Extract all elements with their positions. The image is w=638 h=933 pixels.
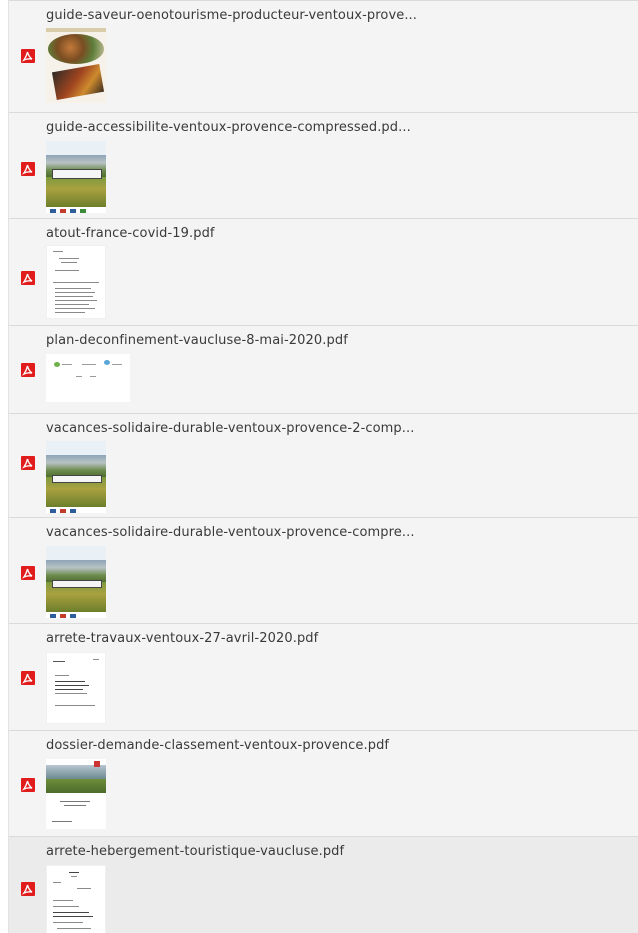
file-row[interactable]: vacances-solidaire-durable-ventoux-prove…	[9, 413, 638, 517]
file-row[interactable]: guide-accessibilite-ventoux-provence-com…	[9, 112, 638, 218]
file-row[interactable]: vacances-solidaire-durable-ventoux-prove…	[9, 517, 638, 623]
file-name[interactable]: dossier-demande-classement-ventoux-prove…	[46, 738, 389, 754]
pdf-icon	[21, 671, 35, 685]
file-name[interactable]: arrete-hebergement-touristique-vaucluse.…	[46, 844, 344, 860]
pdf-thumbnail[interactable]	[46, 28, 106, 103]
file-row[interactable]: dossier-demande-classement-ventoux-prove…	[9, 730, 638, 836]
file-row[interactable]: arrete-hebergement-touristique-vaucluse.…	[9, 836, 638, 933]
file-name[interactable]: atout-france-covid-19.pdf	[46, 226, 215, 242]
pdf-thumbnail[interactable]	[46, 245, 106, 319]
pdf-thumbnail[interactable]	[46, 354, 130, 402]
file-name[interactable]: guide-saveur-oenotourisme-producteur-ven…	[46, 8, 417, 24]
pdf-thumbnail[interactable]	[46, 759, 106, 829]
pdf-icon	[21, 162, 35, 176]
pdf-icon	[21, 49, 35, 63]
pdf-thumbnail[interactable]	[46, 546, 106, 618]
pdf-icon	[21, 363, 35, 377]
pdf-thumbnail[interactable]	[46, 865, 106, 933]
pdf-icon	[21, 882, 35, 896]
pdf-thumbnail[interactable]	[46, 441, 106, 513]
pdf-thumbnail[interactable]	[46, 141, 106, 213]
pdf-icon	[21, 566, 35, 580]
file-name[interactable]: plan-deconfinement-vaucluse-8-mai-2020.p…	[46, 333, 348, 349]
file-row[interactable]: guide-saveur-oenotourisme-producteur-ven…	[9, 0, 638, 112]
file-name[interactable]: vacances-solidaire-durable-ventoux-prove…	[46, 421, 414, 437]
pdf-icon	[21, 778, 35, 792]
file-row[interactable]: plan-deconfinement-vaucluse-8-mai-2020.p…	[9, 325, 638, 413]
file-row[interactable]: arrete-travaux-ventoux-27-avril-2020.pdf	[9, 623, 638, 730]
file-name[interactable]: arrete-travaux-ventoux-27-avril-2020.pdf	[46, 631, 318, 647]
file-name[interactable]: guide-accessibilite-ventoux-provence-com…	[46, 120, 411, 136]
file-row[interactable]: atout-france-covid-19.pdf	[9, 218, 638, 325]
pdf-icon	[21, 456, 35, 470]
pdf-icon	[21, 271, 35, 285]
file-list: guide-saveur-oenotourisme-producteur-ven…	[8, 0, 638, 933]
file-name[interactable]: vacances-solidaire-durable-ventoux-prove…	[46, 525, 415, 541]
pdf-thumbnail[interactable]	[46, 652, 106, 724]
